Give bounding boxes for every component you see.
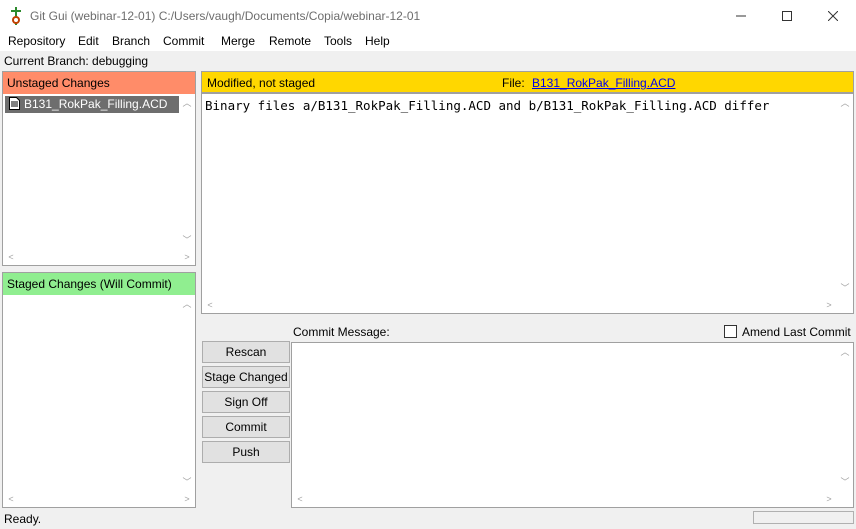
scroll-left-icon[interactable]: < [3, 252, 19, 262]
diff-horizontal-scrollbar[interactable]: < > [202, 297, 837, 313]
commit-button[interactable]: Commit [202, 416, 290, 438]
scroll-right-icon[interactable]: > [821, 300, 837, 310]
menu-merge[interactable]: Merge [221, 34, 255, 48]
close-button[interactable] [810, 0, 856, 31]
diff-status: Modified, not staged [207, 76, 316, 90]
current-branch-label: Current Branch: debugging [4, 54, 149, 68]
status-text: Ready. [4, 512, 42, 526]
close-icon [828, 10, 838, 21]
menu-remote[interactable]: Remote [269, 34, 311, 48]
scroll-left-icon[interactable]: < [3, 494, 19, 504]
stage-changed-button[interactable]: Stage Changed [202, 366, 290, 388]
scroll-left-icon[interactable]: < [202, 300, 218, 310]
git-gui-app-icon [11, 7, 21, 25]
unstaged-file-name: B131_RokPak_Filling.ACD [24, 97, 168, 111]
diff-header: Modified, not staged File: B131_RokPak_F… [201, 71, 854, 93]
title-bar: Git Gui (webinar-12-01) C:/Users/vaugh/D… [0, 0, 856, 31]
window-title: Git Gui (webinar-12-01) C:/Users/vaugh/D… [30, 9, 421, 23]
menu-branch[interactable]: Branch [112, 34, 150, 48]
scroll-up-icon[interactable]: ︿ [837, 347, 853, 357]
menu-tools[interactable]: Tools [324, 34, 352, 48]
unstaged-changes-panel: Unstaged Changes B131_RokPak_Filling.ACD… [2, 71, 196, 266]
commit-message-label: Commit Message: [293, 325, 390, 339]
scroll-up-icon[interactable]: ︿ [179, 299, 195, 309]
amend-last-commit-label[interactable]: Amend Last Commit [742, 325, 851, 339]
push-button[interactable]: Push [202, 441, 290, 463]
unstaged-horizontal-scrollbar[interactable]: < > [3, 249, 195, 265]
unstaged-file-item[interactable]: B131_RokPak_Filling.ACD [5, 96, 179, 113]
scroll-right-icon[interactable]: > [821, 494, 837, 504]
sign-off-button[interactable]: Sign Off [202, 391, 290, 413]
menu-repository[interactable]: Repository [8, 34, 65, 48]
scroll-right-icon[interactable]: > [179, 252, 195, 262]
unstaged-changes-header: Unstaged Changes [3, 72, 195, 94]
scroll-down-icon[interactable]: ﹀ [837, 283, 853, 293]
scroll-left-icon[interactable]: < [292, 494, 308, 504]
menu-edit[interactable]: Edit [78, 34, 99, 48]
diff-vertical-scrollbar[interactable]: ︿ ﹀ [837, 94, 853, 297]
staged-vertical-scrollbar[interactable]: ︿ ﹀ [179, 295, 195, 491]
minimize-button[interactable] [718, 0, 764, 31]
minimize-icon [736, 15, 746, 16]
commit-horizontal-scrollbar[interactable]: < > [292, 491, 837, 507]
staged-changes-panel: Staged Changes (Will Commit) ︿ ﹀ < > [2, 272, 196, 508]
rescan-button[interactable]: Rescan [202, 341, 290, 363]
unstaged-vertical-scrollbar[interactable]: ︿ ﹀ [179, 94, 195, 249]
diff-content: Binary files a/B131_RokPak_Filling.ACD a… [205, 98, 770, 113]
status-progress-box [753, 511, 854, 524]
scroll-up-icon[interactable]: ︿ [179, 98, 195, 108]
diff-view[interactable]: Binary files a/B131_RokPak_Filling.ACD a… [201, 93, 854, 314]
amend-last-commit-checkbox[interactable] [724, 325, 737, 338]
maximize-button[interactable] [764, 0, 810, 31]
scroll-up-icon[interactable]: ︿ [837, 98, 853, 108]
menu-help[interactable]: Help [365, 34, 390, 48]
staged-changes-header: Staged Changes (Will Commit) [3, 273, 195, 295]
staged-horizontal-scrollbar[interactable]: < > [3, 491, 195, 507]
scroll-down-icon[interactable]: ﹀ [179, 235, 195, 245]
document-icon [9, 97, 20, 110]
scroll-right-icon[interactable]: > [179, 494, 195, 504]
scroll-down-icon[interactable]: ﹀ [179, 477, 195, 487]
menu-commit[interactable]: Commit [163, 34, 204, 48]
maximize-icon [782, 10, 792, 21]
commit-vertical-scrollbar[interactable]: ︿ ﹀ [837, 343, 853, 491]
scroll-down-icon[interactable]: ﹀ [837, 477, 853, 487]
menu-bar: Repository Edit Branch Commit Merge Remo… [0, 31, 856, 51]
diff-file-link[interactable]: B131_RokPak_Filling.ACD [532, 76, 675, 90]
diff-file-label: File: [502, 76, 525, 90]
commit-message-input[interactable]: ︿ ﹀ < > [291, 342, 854, 508]
